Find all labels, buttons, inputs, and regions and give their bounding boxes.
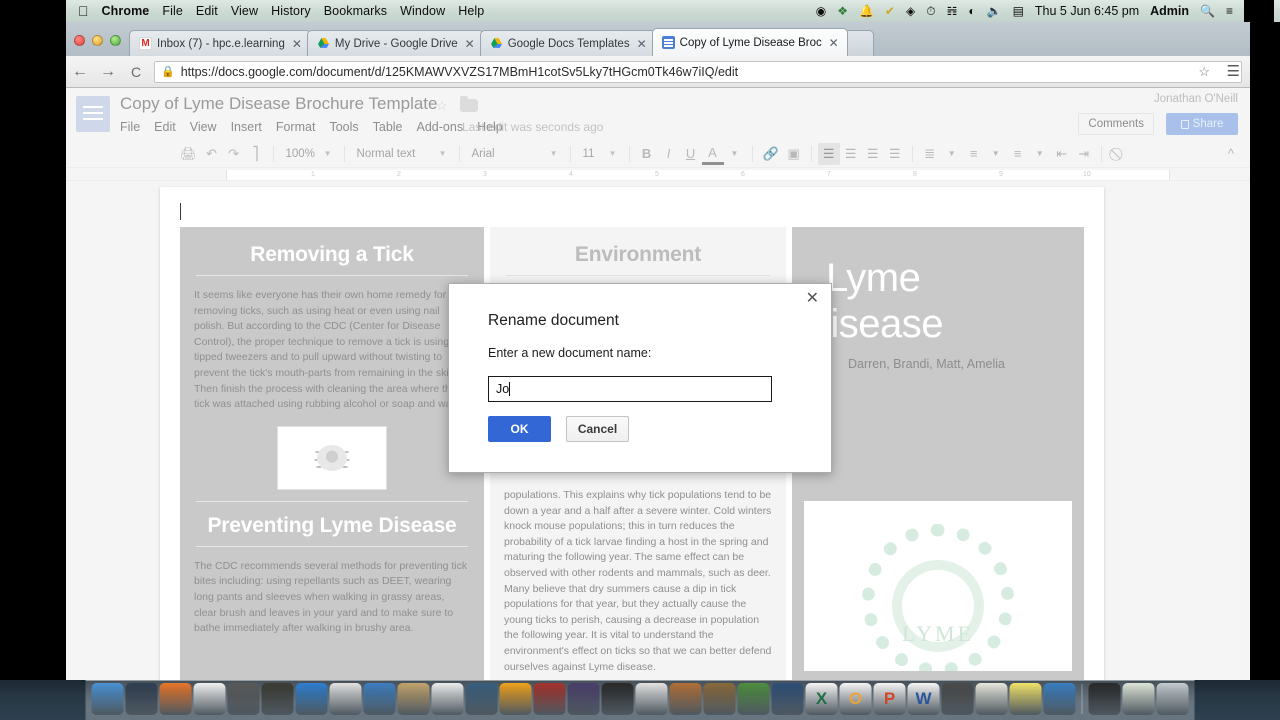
powerpoint-icon[interactable]: P — [873, 683, 906, 715]
chrome-icon[interactable] — [635, 683, 668, 715]
photobooth-icon[interactable] — [533, 683, 566, 715]
internet-explorer-icon[interactable] — [1043, 683, 1076, 715]
imovie-icon[interactable] — [567, 683, 600, 715]
docs-icon — [661, 36, 675, 49]
outlook-icon[interactable]: O — [839, 683, 872, 715]
numbers-app-icon[interactable] — [737, 683, 770, 715]
xcode-icon[interactable] — [227, 683, 260, 715]
safari-icon[interactable] — [363, 683, 396, 715]
ibooks-icon[interactable] — [499, 683, 532, 715]
dock: X O PW — [85, 680, 1195, 720]
powerpoint-icon-glyph: P — [883, 689, 896, 708]
documents-stack-icon[interactable] — [1122, 683, 1155, 715]
input-caret — [509, 382, 511, 396]
document-name-input[interactable]: Jo — [488, 376, 772, 402]
dock-divider — [1081, 684, 1083, 714]
screen:  Chrome File Edit View History Bookmark… — [0, 0, 1280, 720]
dialog-title: Rename document — [488, 312, 619, 329]
garageband-icon[interactable] — [669, 683, 702, 715]
sysprefs-icon[interactable] — [941, 683, 974, 715]
tab-label: Copy of Lyme Disease Broc — [679, 36, 822, 49]
contacts-icon[interactable] — [397, 683, 430, 715]
modal-overlay: ✕ Rename document Enter a new document n… — [0, 0, 1280, 720]
outlook-icon-glyph: O — [848, 689, 863, 708]
word-icon[interactable]: W — [907, 683, 940, 715]
close-tab-icon[interactable]: ✕ — [829, 36, 839, 50]
itunes-icon[interactable] — [465, 683, 498, 715]
stickies-icon[interactable] — [1009, 683, 1042, 715]
trash-icon[interactable] — [1156, 683, 1189, 715]
rename-document-dialog: ✕ Rename document Enter a new document n… — [448, 283, 832, 473]
keynote-icon[interactable] — [703, 683, 736, 715]
launchpad-icon[interactable] — [125, 683, 158, 715]
downloads-stack-icon[interactable] — [1088, 683, 1121, 715]
terminal-icon[interactable] — [261, 683, 294, 715]
input-value: Jo — [496, 382, 510, 396]
preview-icon[interactable] — [329, 683, 362, 715]
textedit-icon[interactable] — [975, 683, 1008, 715]
calendar-icon[interactable] — [431, 683, 464, 715]
word-icon-glyph: W — [915, 689, 932, 708]
finalcut-icon[interactable] — [601, 683, 634, 715]
excel-icon[interactable]: X — [805, 683, 838, 715]
desktop-dock-area: X O PW — [0, 680, 1280, 720]
appstore-icon[interactable] — [295, 683, 328, 715]
firefox-icon[interactable] — [159, 683, 192, 715]
excel-icon-glyph: X — [815, 689, 828, 708]
finder-icon[interactable] — [91, 683, 124, 715]
pages-icon[interactable] — [771, 683, 804, 715]
cancel-button[interactable]: Cancel — [566, 416, 629, 442]
dialog-label: Enter a new document name: — [488, 346, 652, 360]
calculator-icon[interactable] — [193, 683, 226, 715]
tab-copy-of-lyme-disease-brochure[interactable]: Copy of Lyme Disease Broc ✕ — [651, 28, 848, 56]
close-icon[interactable]: ✕ — [806, 291, 819, 307]
ok-button[interactable]: OK — [488, 416, 551, 442]
